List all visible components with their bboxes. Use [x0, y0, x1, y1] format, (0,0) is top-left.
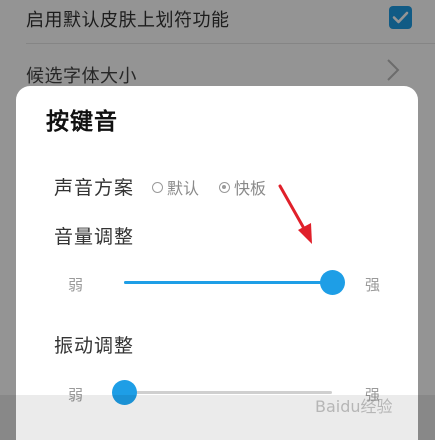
- volume-min-label: 弱: [68, 276, 84, 294]
- vibration-slider[interactable]: [112, 380, 332, 405]
- volume-label: 音量调整: [54, 226, 135, 248]
- vibration-label: 振动调整: [54, 335, 135, 357]
- slider-fill: [124, 281, 332, 284]
- sound-scheme-label: 声音方案: [54, 177, 135, 199]
- watermark: Baidu经验: [315, 397, 393, 416]
- radio-unchecked-icon: [152, 181, 163, 193]
- radio-label: 快板: [234, 179, 267, 198]
- radio-option-default[interactable]: 默认: [152, 175, 199, 199]
- radio-option-kuaiban[interactable]: 快板: [219, 175, 266, 199]
- slider-track: [124, 391, 332, 394]
- key-sound-dialog: 按键音 声音方案 默认 快板 音量调整 弱 强 振动调整 弱 强: [16, 86, 418, 446]
- slider-thumb[interactable]: [320, 270, 345, 295]
- volume-max-label: 强: [365, 276, 381, 294]
- annotation-arrow-icon: [278, 184, 312, 244]
- dialog-title: 按键音: [46, 109, 118, 135]
- volume-slider[interactable]: [124, 270, 345, 295]
- radio-checked-icon: [219, 181, 230, 193]
- radio-label: 默认: [167, 179, 200, 198]
